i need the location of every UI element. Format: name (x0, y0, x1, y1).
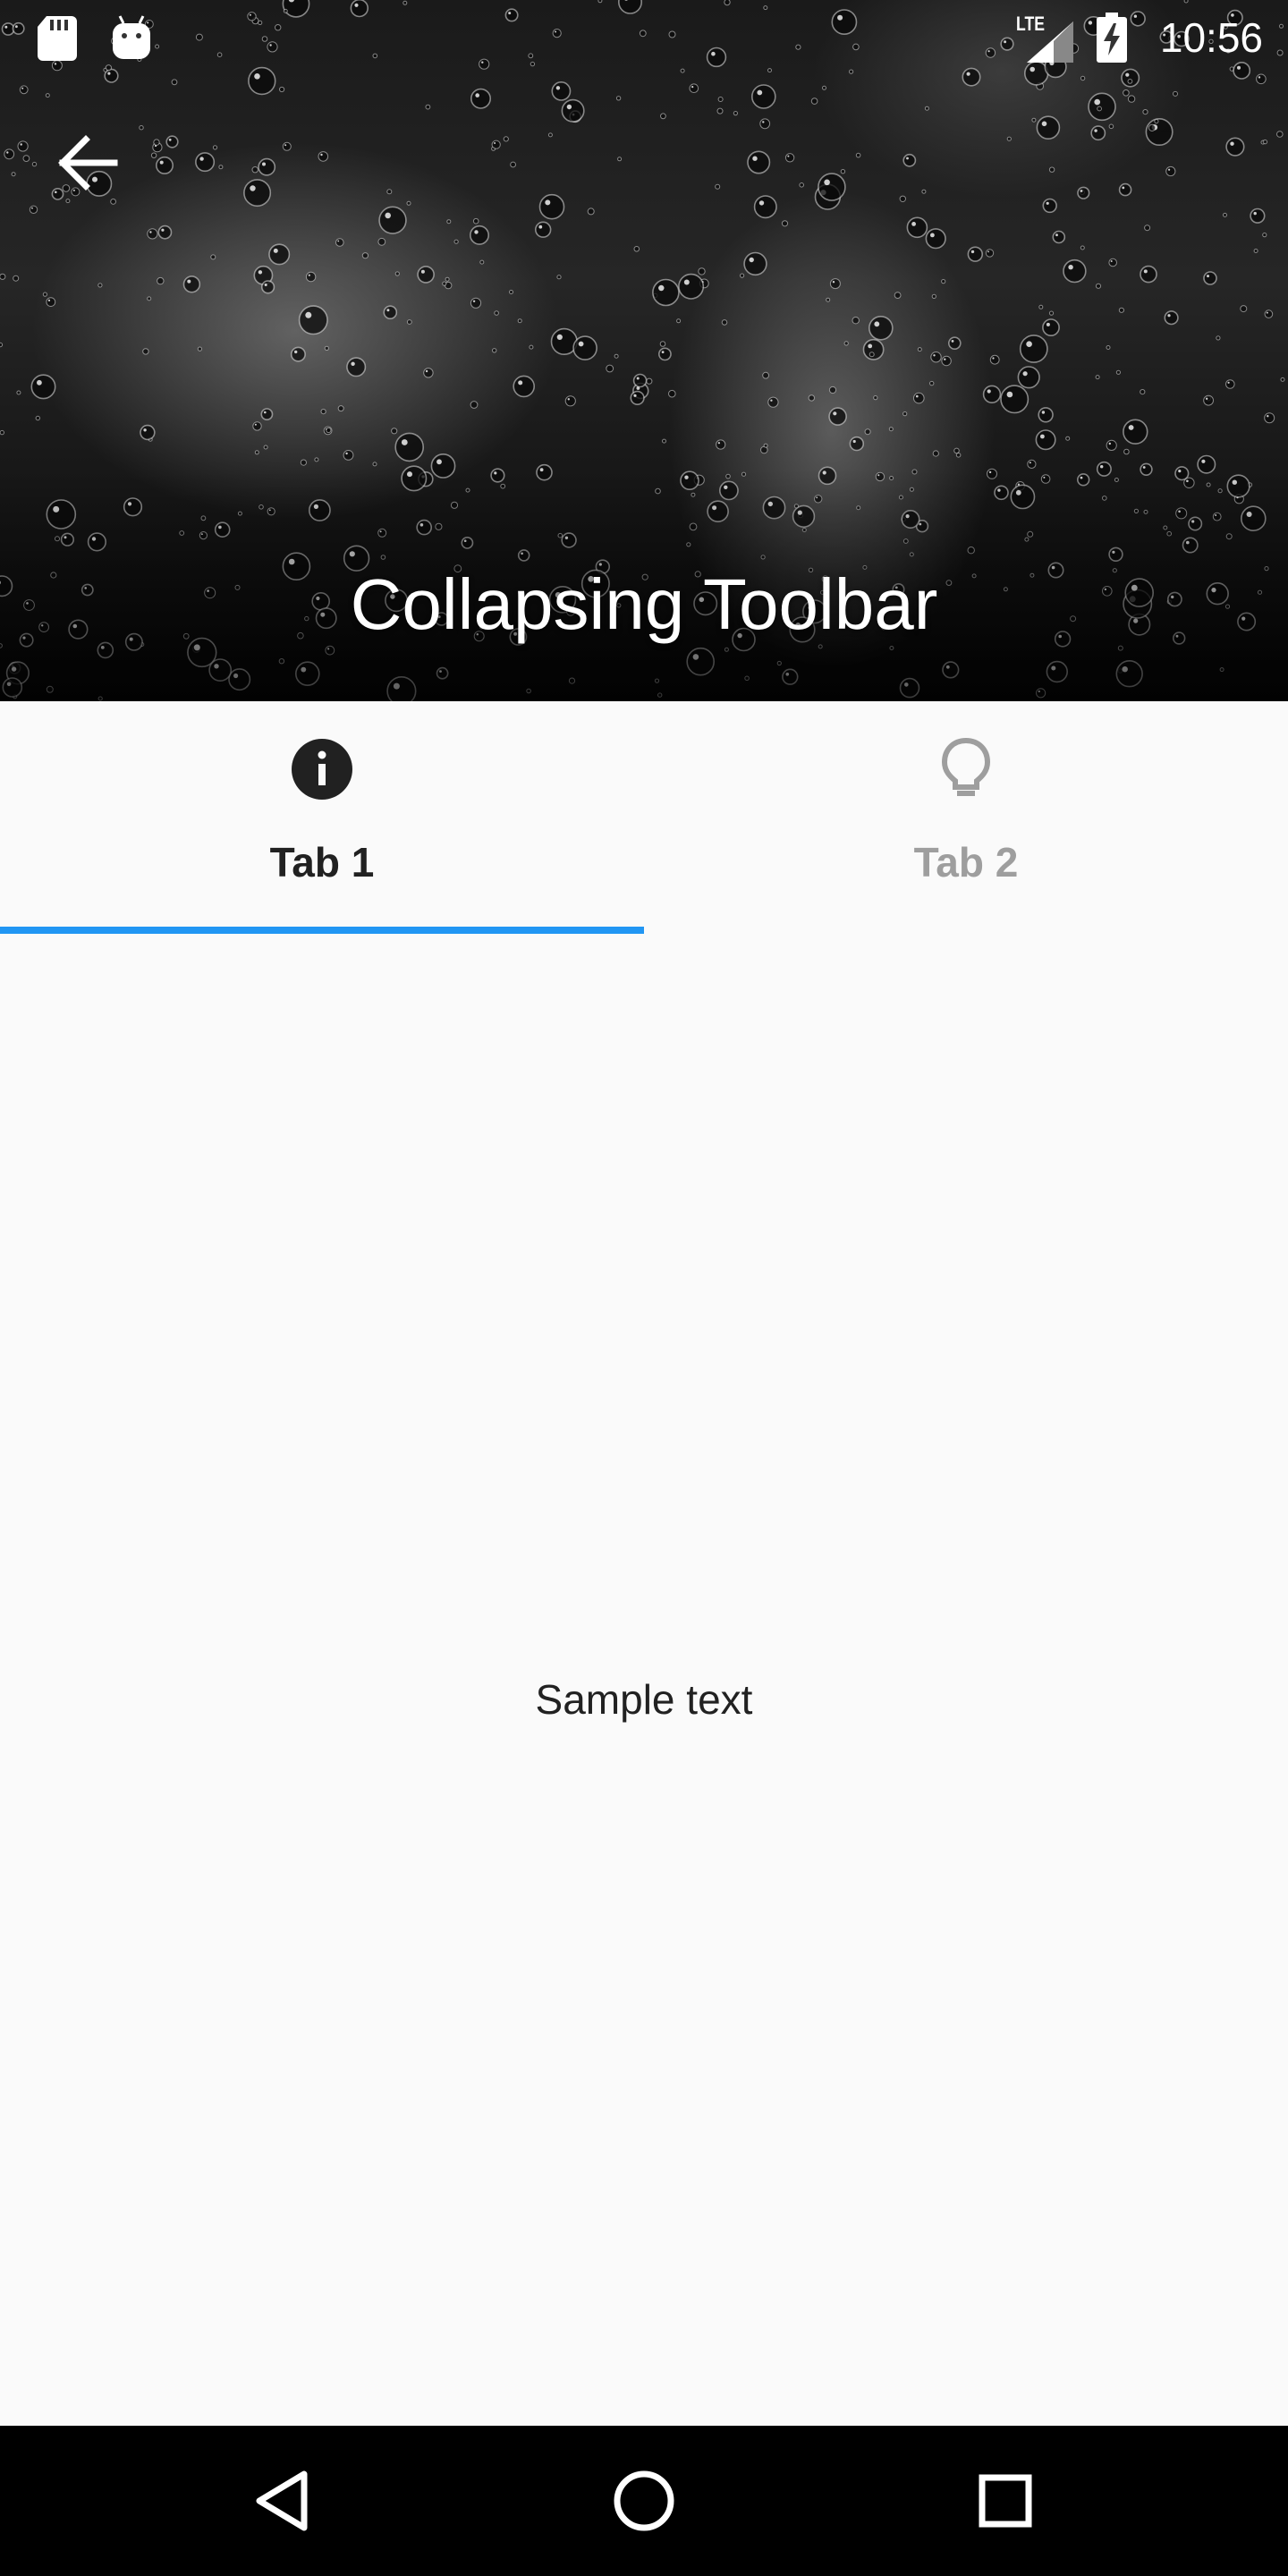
info-icon (292, 739, 352, 800)
lte-signal-icon: LTE (1016, 13, 1073, 63)
back-arrow-button[interactable] (50, 125, 125, 200)
tab-2-label: Tab 2 (913, 839, 1019, 886)
sample-text: Sample text (535, 1676, 753, 1723)
tab-2[interactable]: Tab 2 (644, 701, 1288, 934)
home-circle-icon[interactable] (590, 2447, 698, 2555)
sd-card-icon (38, 16, 77, 61)
arrow-back-icon (58, 135, 118, 191)
recents-square-icon[interactable] (952, 2447, 1059, 2555)
collapsing-toolbar-header: LTE 10:56 Collapsing Toolbar (0, 0, 1288, 701)
tab-1-label: Tab 1 (269, 839, 375, 886)
status-bar: LTE 10:56 (0, 0, 1288, 75)
lightbulb-icon (941, 737, 991, 796)
status-time: 10:56 (1159, 14, 1263, 61)
tab-content: Sample text (0, 934, 1288, 2426)
android-icon (113, 15, 150, 59)
navigation-bar (0, 2426, 1288, 2576)
tab-1[interactable]: Tab 1 (0, 701, 644, 934)
toolbar-title: Collapsing Toolbar (350, 564, 938, 644)
battery-charging-icon (1097, 13, 1127, 63)
back-triangle-icon[interactable] (229, 2447, 336, 2555)
tab-bar: Tab 1 Tab 2 (0, 701, 1288, 934)
tab-selected-indicator (0, 927, 644, 934)
